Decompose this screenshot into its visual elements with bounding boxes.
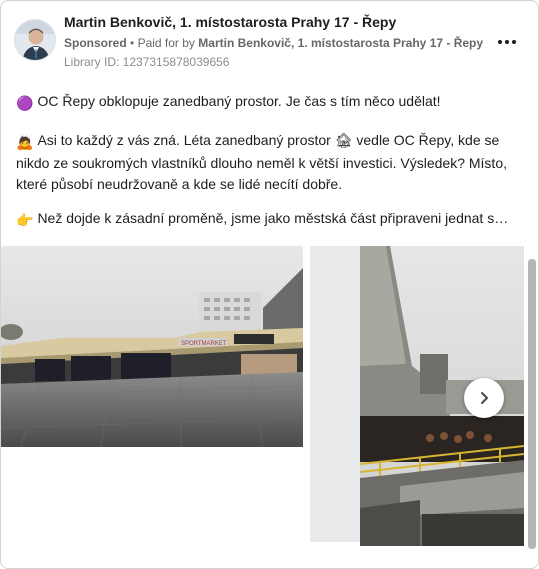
chevron-right-icon <box>481 392 488 404</box>
scrollbar-thumb[interactable] <box>528 259 536 549</box>
photo-sign-text: SPORTMARKET <box>181 341 227 347</box>
paragraph-text: OC Řepy obklopuje zanedbaný prostor. Je … <box>37 93 441 109</box>
more-dot <box>505 40 509 44</box>
carousel-gap <box>310 246 360 542</box>
image-carousel[interactable]: SPORTMARKET <box>1 244 538 556</box>
avatar[interactable] <box>14 19 56 61</box>
more-dot <box>512 40 516 44</box>
post-paragraph-3: 👉 Než dojde k zásadní proměně, jsme jako … <box>16 208 528 231</box>
carousel-next-button[interactable] <box>464 378 504 418</box>
paid-for-label: Paid for by <box>137 36 195 50</box>
paragraph-text: Asi to každý z vás zná. Léta zanedbaný p… <box>16 132 507 192</box>
more-horizontal-icon <box>498 40 502 44</box>
advertiser-link[interactable]: Martin Benkovič, 1. místostarosta Prahy … <box>198 36 483 50</box>
author-name[interactable]: Martin Benkovič, 1. místostarosta Prahy … <box>64 14 484 30</box>
ad-card: Martin Benkovič, 1. místostarosta Prahy … <box>0 0 539 569</box>
post-paragraph-2: 🙇 Asi to každý z vás zná. Léta zanedbaný … <box>16 130 528 195</box>
sponsored-line: Sponsored • Paid for by Martin Benkovič,… <box>64 36 494 50</box>
more-options-button[interactable] <box>494 30 520 54</box>
paragraph-text: Než dojde k zásadní proměně, jsme jako m… <box>37 210 509 226</box>
sponsored-label[interactable]: Sponsored <box>64 36 127 50</box>
separator: • <box>130 36 135 50</box>
pointing-hand-emoji-icon: 👉 <box>16 212 34 228</box>
bowing-person-emoji-icon: 🙇 <box>16 134 34 150</box>
carousel-photo-1[interactable]: SPORTMARKET <box>1 246 303 447</box>
purple-circle-emoji-icon: 🟣 <box>16 95 34 111</box>
library-id: Library ID: 1237315878039656 <box>64 55 230 69</box>
post-paragraph-1: 🟣 OC Řepy obklopuje zanedbaný prostor. Je… <box>16 91 528 114</box>
